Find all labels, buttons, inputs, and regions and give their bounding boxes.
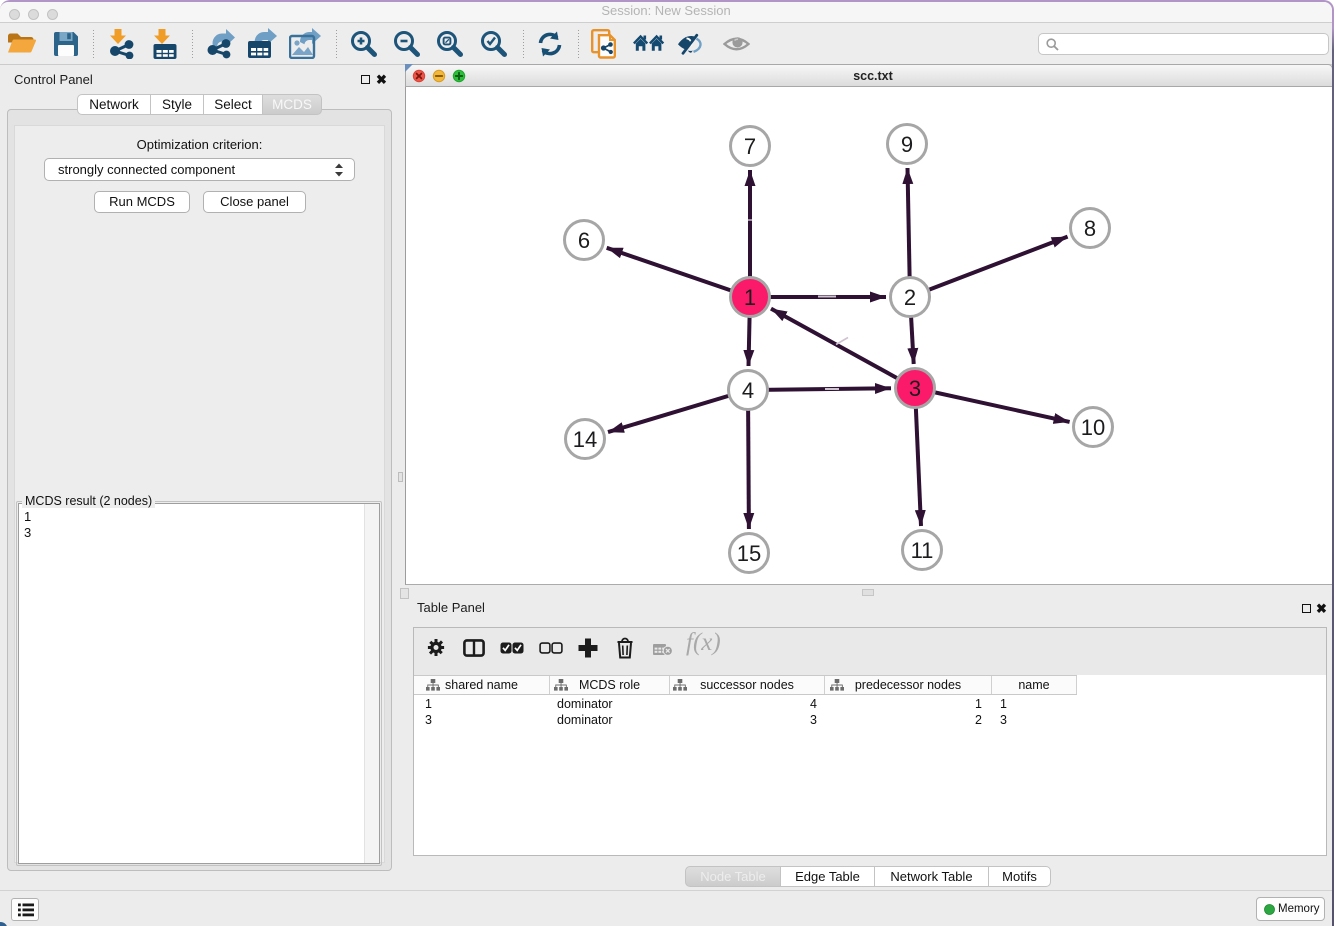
svg-text:3: 3 xyxy=(909,376,921,401)
svg-text:15: 15 xyxy=(737,541,761,566)
svg-text:2: 2 xyxy=(904,285,916,310)
svg-text:7: 7 xyxy=(744,134,756,159)
svg-text:11: 11 xyxy=(911,538,934,563)
svg-text:14: 14 xyxy=(573,427,597,452)
svg-text:6: 6 xyxy=(578,228,590,253)
svg-text:4: 4 xyxy=(742,378,754,403)
svg-text:9: 9 xyxy=(901,132,913,157)
svg-text:10: 10 xyxy=(1081,415,1105,440)
svg-text:8: 8 xyxy=(1084,216,1096,241)
svg-text:1: 1 xyxy=(744,285,756,310)
